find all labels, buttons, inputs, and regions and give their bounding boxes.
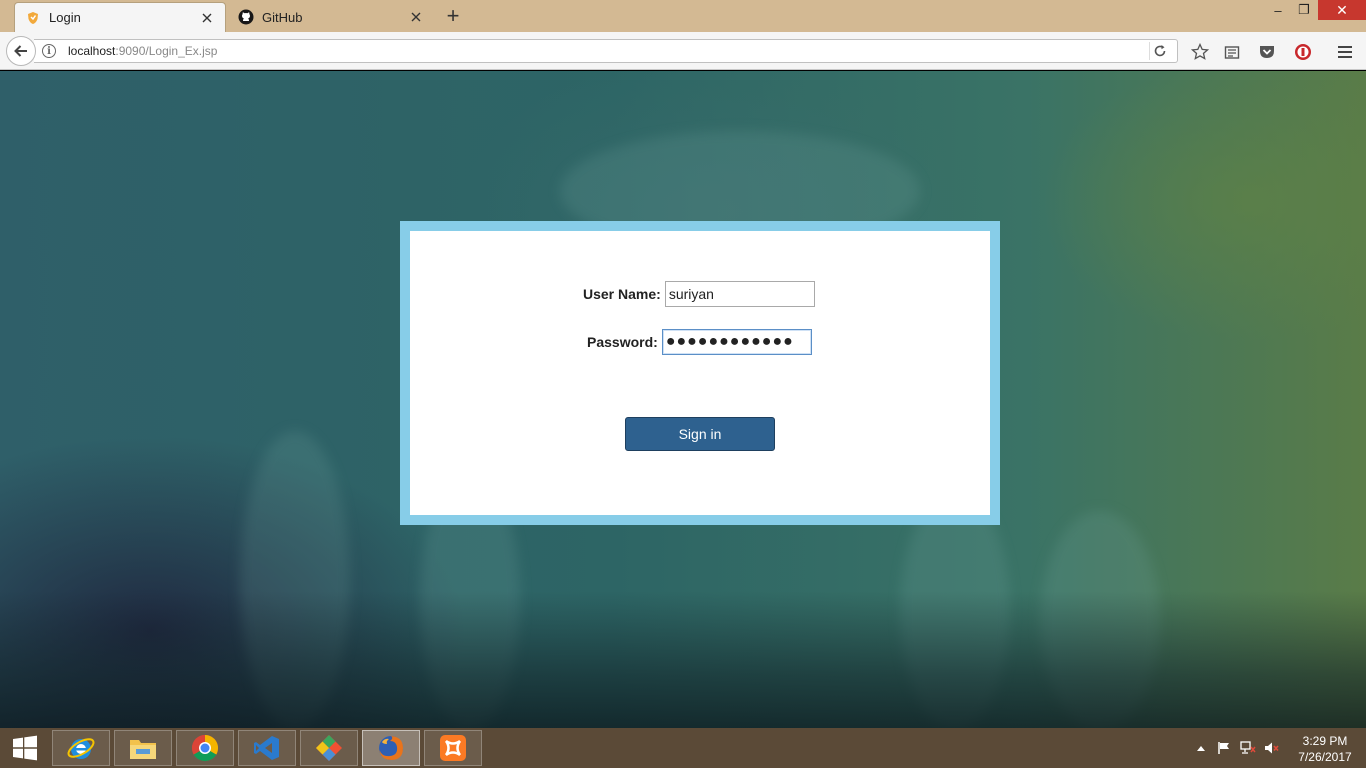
star-icon[interactable]	[1190, 42, 1210, 62]
xampp-icon[interactable]	[424, 730, 482, 766]
back-arrow-icon	[14, 45, 27, 57]
password-input[interactable]: ●●●●●●●●●●●●	[661, 329, 812, 355]
minimize-button[interactable]: –	[1266, 0, 1290, 20]
reload-icon[interactable]	[1149, 42, 1169, 60]
visual-studio-icon[interactable]	[238, 730, 296, 766]
windows-logo-icon	[13, 735, 37, 761]
github-icon	[238, 9, 254, 25]
show-hidden-icons-icon[interactable]	[1193, 740, 1209, 756]
tab-github[interactable]: GitHub	[228, 2, 434, 32]
adblock-icon[interactable]	[1293, 42, 1313, 62]
login-frame: User Name: Password: ●●●●●●●●●●●● Sign i…	[400, 221, 1000, 525]
file-explorer-icon[interactable]	[114, 730, 172, 766]
page-viewport: User Name: Password: ●●●●●●●●●●●● Sign i…	[0, 71, 1366, 728]
site-info-icon[interactable]: i	[42, 44, 56, 58]
url-path: :9090/Login_Ex.jsp	[115, 44, 218, 58]
action-center-flag-icon[interactable]	[1216, 740, 1232, 756]
start-button[interactable]	[0, 728, 50, 768]
password-row: Password: ●●●●●●●●●●●●	[587, 329, 812, 355]
network-icon[interactable]	[1240, 740, 1256, 756]
browser-navbar: i localhost:9090/Login_Ex.jsp	[0, 32, 1366, 70]
username-label: User Name:	[583, 286, 661, 302]
tab-login[interactable]: Login	[14, 2, 226, 32]
new-tab-button[interactable]: +	[440, 3, 466, 28]
close-tab-icon[interactable]	[408, 9, 424, 25]
background-keyboard	[0, 591, 1366, 728]
close-window-button[interactable]: ✕	[1318, 0, 1366, 20]
system-clock[interactable]: 3:29 PM 7/26/2017	[1290, 733, 1360, 765]
password-label: Password:	[587, 334, 658, 350]
firefox-icon[interactable]	[362, 730, 420, 766]
internet-explorer-icon[interactable]	[52, 730, 110, 766]
maximize-button[interactable]: ❐	[1292, 0, 1316, 20]
browser-titlebar: Login GitHub + – ❐ ✕	[0, 0, 1366, 32]
clock-time: 3:29 PM	[1302, 734, 1348, 748]
menu-icon[interactable]	[1335, 42, 1355, 62]
back-button[interactable]	[6, 36, 36, 66]
volume-muted-icon[interactable]	[1264, 740, 1280, 756]
username-row: User Name:	[583, 281, 815, 307]
shield-favicon-icon	[25, 10, 41, 26]
git-icon[interactable]	[300, 730, 358, 766]
url-text: localhost:9090/Login_Ex.jsp	[68, 44, 217, 58]
username-input[interactable]	[664, 281, 815, 307]
tab-title: Login	[49, 10, 81, 25]
signin-button[interactable]: Sign in	[625, 417, 775, 451]
clock-date: 7/26/2017	[1298, 750, 1352, 764]
url-bar[interactable]: i localhost:9090/Login_Ex.jsp	[34, 39, 1178, 63]
taskbar: 3:29 PM 7/26/2017	[0, 728, 1366, 768]
url-host: localhost	[68, 44, 116, 58]
chrome-icon[interactable]	[176, 730, 234, 766]
close-tab-icon[interactable]	[199, 10, 215, 26]
tab-title: GitHub	[262, 9, 303, 25]
login-panel: User Name: Password: ●●●●●●●●●●●● Sign i…	[410, 231, 990, 515]
pocket-icon[interactable]	[1257, 42, 1277, 62]
reading-list-icon[interactable]	[1222, 42, 1242, 62]
